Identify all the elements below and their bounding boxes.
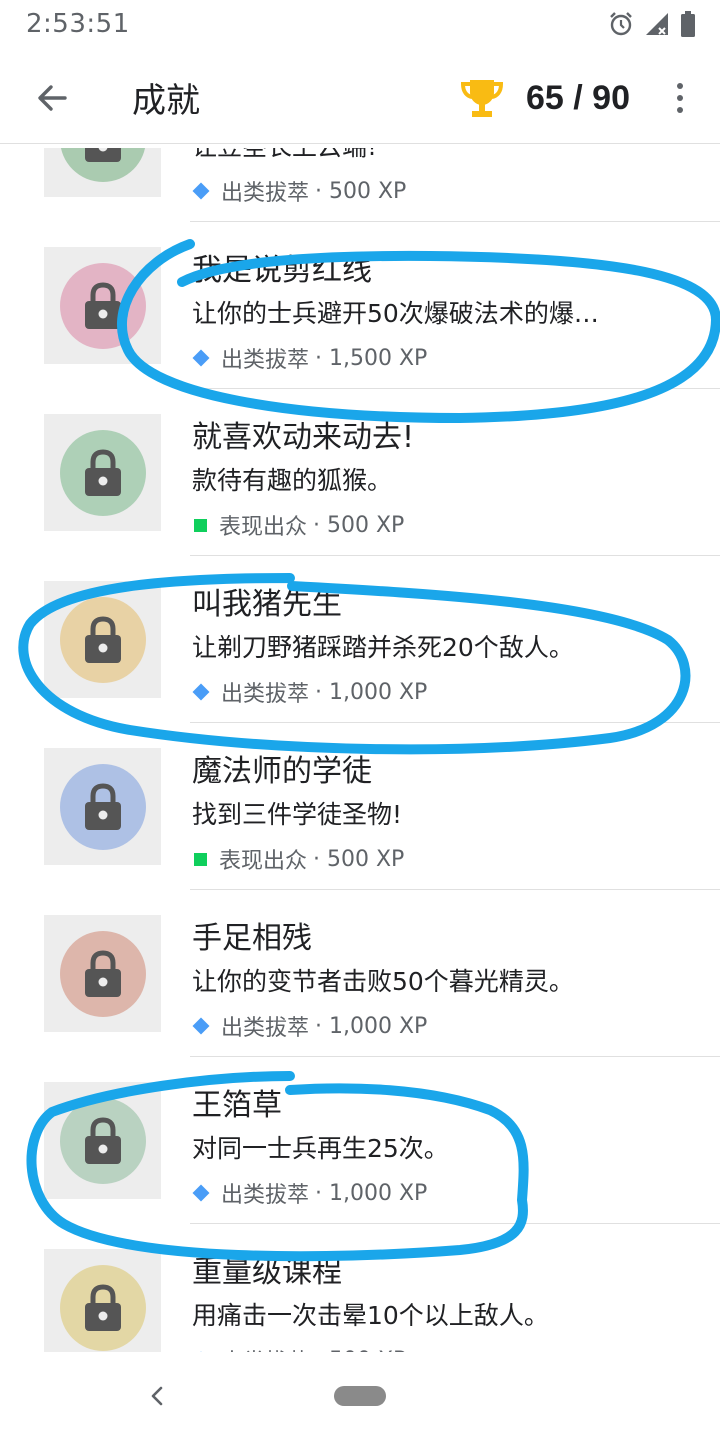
achievement-description: 让剃刀野猪踩踏并杀死20个敌人。 [192, 633, 574, 662]
achievement-thumbnail [44, 915, 161, 1032]
achievement-meta: 出类拔萃 · 1,000 XP [192, 1010, 427, 1042]
achievement-thumbnail [44, 247, 161, 364]
lock-icon [84, 1116, 121, 1164]
achievement-meta: 出类拔萃· 500 XP [192, 1344, 406, 1352]
lock-icon [84, 615, 121, 663]
status-time: 2:53:51 [26, 9, 130, 39]
achievement-description: 让你的变节者击败50个暮光精灵。 [192, 967, 574, 996]
achievement-item[interactable]: 我是说剪红线让你的士兵避开50次爆破法术的爆… 出类拔萃 · 1,500 XP [0, 221, 720, 388]
achievement-item[interactable]: 就喜欢动来动去! 款待有趣的狐猴。 表现出众 · 500 XP [0, 388, 720, 555]
lock-icon [84, 782, 121, 830]
lock-icon [84, 949, 121, 997]
achievement-meta: 出类拔萃 · 1,000 XP [192, 1177, 427, 1209]
achievement-title: 魔法师的学徒 [192, 754, 372, 789]
achievement-list-content: 让豆茎长上云端!出类拔萃· 500 XP我是说剪红线让你的士兵避开50次爆破法术… [0, 148, 720, 1352]
status-icons [608, 11, 696, 37]
xp-value: · 1,000 XP [315, 1013, 428, 1039]
achievement-description: 让豆茎长上云端! [192, 148, 377, 163]
achievement-thumbnail [44, 414, 161, 531]
rarity-label: 出类拔萃 [221, 1183, 310, 1208]
achievement-item[interactable]: 魔法师的学徒找到三件学徒圣物! 表现出众 · 500 XP [0, 722, 720, 889]
achievement-title: 就喜欢动来动去! [192, 420, 415, 455]
achievement-item[interactable]: 叫我猪先生 让剃刀野猪踩踏并杀死20个敌人。 出类拔萃 · 1,000 XP [0, 555, 720, 722]
nav-back-icon[interactable] [146, 1382, 168, 1410]
rarity-diamond-icon [192, 683, 210, 701]
achievement-item[interactable]: 重量级课程用痛击一次击晕10个以上敌人。出类拔萃· 500 XP [0, 1223, 720, 1352]
achievement-thumbnail [44, 748, 161, 865]
achievement-title: 王箔草 [192, 1088, 282, 1123]
achievement-thumbnail [44, 581, 161, 698]
achievement-meta: 表现出众 · 500 XP [192, 843, 404, 875]
rarity-label: 出类拔萃 [221, 348, 310, 373]
achievement-thumbnail [44, 1249, 161, 1352]
rarity-label: 出类拔萃 [221, 181, 310, 206]
arrow-left-icon [38, 84, 67, 111]
system-nav-bar [0, 1352, 720, 1440]
achievement-thumbnail [44, 148, 161, 197]
achievement-meta: 出类拔萃· 500 XP [192, 175, 406, 207]
trophy-icon [460, 80, 504, 117]
achievement-item[interactable]: 让豆茎长上云端! 出类拔萃· 500 XP [0, 148, 720, 221]
lock-icon [84, 281, 121, 329]
achievement-item[interactable]: 手足相残 让你的变节者击败50个暮光精灵。 出类拔萃 · 1,000 XP [0, 889, 720, 1056]
app-bar: 成就 65 / 90 [0, 52, 720, 144]
achievement-title: 重量级课程 [192, 1255, 342, 1290]
achievement-meta: 出类拔萃 · 1,500 XP [192, 342, 427, 374]
achievement-description: 款待有趣的狐猴。 [192, 466, 393, 495]
page-title: 成就 [132, 81, 200, 121]
achievement-title: 叫我猪先生 [192, 587, 342, 622]
rarity-label: 出类拔萃 [221, 1344, 309, 1352]
rarity-square-icon [194, 852, 207, 866]
achievement-meta: 表现出众 · 500 XP [192, 509, 404, 541]
achievement-list[interactable]: 让豆茎长上云端!出类拔萃· 500 XP我是说剪红线让你的士兵避开50次爆破法术… [0, 148, 720, 1352]
rarity-diamond-icon [192, 349, 210, 367]
achievement-description: 让你的士兵避开50次爆破法术的爆… [192, 299, 599, 328]
achievement-thumbnail [44, 1082, 161, 1199]
lock-icon [84, 448, 121, 496]
xp-value: · 1,500 XP [315, 345, 428, 371]
signal-icon [646, 13, 668, 35]
nav-home-pill[interactable] [334, 1386, 386, 1406]
alarm-icon [610, 12, 632, 36]
achievement-item[interactable]: 王箔草 对同一士兵再生25次。 出类拔萃 · 1,000 XP [0, 1056, 720, 1223]
more-options-button[interactable] [662, 76, 698, 120]
rarity-diamond-icon [192, 1184, 210, 1202]
achievement-title: 手足相残 [192, 921, 312, 956]
more-vert-icon [677, 83, 683, 89]
lock-icon [84, 1283, 121, 1331]
xp-value: · 500 XP [315, 178, 407, 204]
achievement-description: 对同一士兵再生25次。 [192, 1134, 449, 1163]
xp-value: · 1,000 XP [315, 1180, 428, 1206]
rarity-square-icon [194, 518, 207, 532]
battery-icon [681, 11, 695, 37]
achievement-score: 65 / 90 [526, 78, 630, 117]
rarity-diamond-icon [192, 1017, 210, 1035]
score-summary: 65 / 90 [460, 52, 630, 144]
xp-value: · 500 XP [313, 512, 405, 538]
rarity-diamond-icon [192, 182, 210, 200]
achievement-meta: 出类拔萃 · 1,000 XP [192, 676, 427, 708]
back-button[interactable] [24, 70, 80, 126]
xp-value: · 1,000 XP [315, 679, 428, 705]
rarity-label: 表现出众 [219, 515, 308, 540]
achievement-description: 用痛击一次击晕10个以上敌人。 [192, 1301, 549, 1330]
rarity-label: 出类拔萃 [221, 682, 310, 707]
status-bar: 2:53:51 [0, 0, 720, 48]
xp-value: · 500 XP [313, 846, 405, 872]
rarity-label: 表现出众 [219, 849, 308, 874]
rarity-label: 出类拔萃 [221, 1016, 310, 1041]
achievement-title: 我是说剪红线 [192, 253, 372, 288]
achievement-description: 找到三件学徒圣物! [192, 800, 403, 829]
lock-icon [84, 148, 121, 162]
